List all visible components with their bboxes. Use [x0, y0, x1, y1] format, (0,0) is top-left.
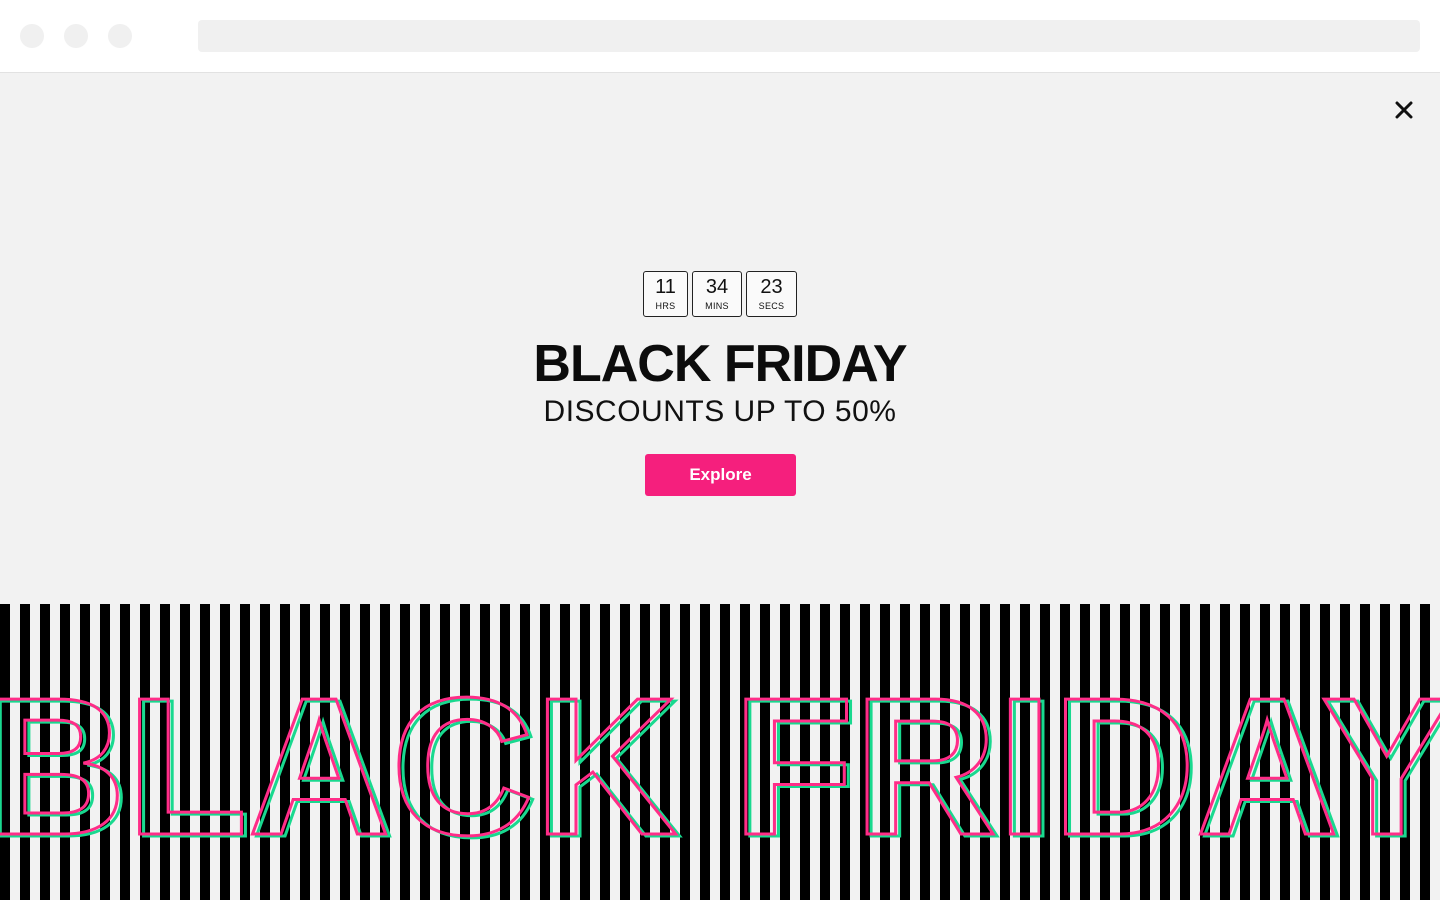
countdown-hours-unit: HRS: [655, 301, 676, 311]
countdown-seconds: 23 SECS: [746, 271, 797, 317]
promo-headline: BLACK FRIDAY: [533, 335, 907, 393]
countdown-seconds-value: 23: [760, 276, 783, 298]
banner-text-art: BLACK FRIDAY BLACK FRIDAY: [0, 656, 1440, 880]
countdown-hours: 11 HRS: [643, 271, 688, 317]
countdown-timer: 11 HRS 34 MINS 23 SECS: [0, 271, 1440, 317]
striped-banner: BLACK FRIDAY BLACK FRIDAY: [0, 604, 1440, 900]
close-button[interactable]: [1391, 97, 1417, 123]
close-icon: [1395, 101, 1413, 119]
countdown-hours-value: 11: [655, 276, 676, 298]
banner-text-pink: BLACK FRIDAY: [0, 657, 1440, 876]
window-maximize-dot[interactable]: [108, 24, 132, 48]
window-minimize-dot[interactable]: [64, 24, 88, 48]
countdown-minutes-value: 34: [705, 276, 729, 298]
explore-button[interactable]: Explore: [645, 454, 796, 496]
countdown-seconds-unit: SECS: [758, 301, 785, 311]
address-bar[interactable]: [198, 20, 1420, 52]
countdown-minutes: 34 MINS: [692, 271, 742, 317]
promo-subheadline: DISCOUNTS UP TO 50%: [543, 395, 897, 428]
countdown-minutes-unit: MINS: [705, 301, 729, 311]
window-close-dot[interactable]: [20, 24, 44, 48]
browser-chrome: [0, 0, 1440, 73]
promo-popup: 11 HRS 34 MINS 23 SECS BLACK FRIDAY DISC…: [0, 73, 1440, 900]
